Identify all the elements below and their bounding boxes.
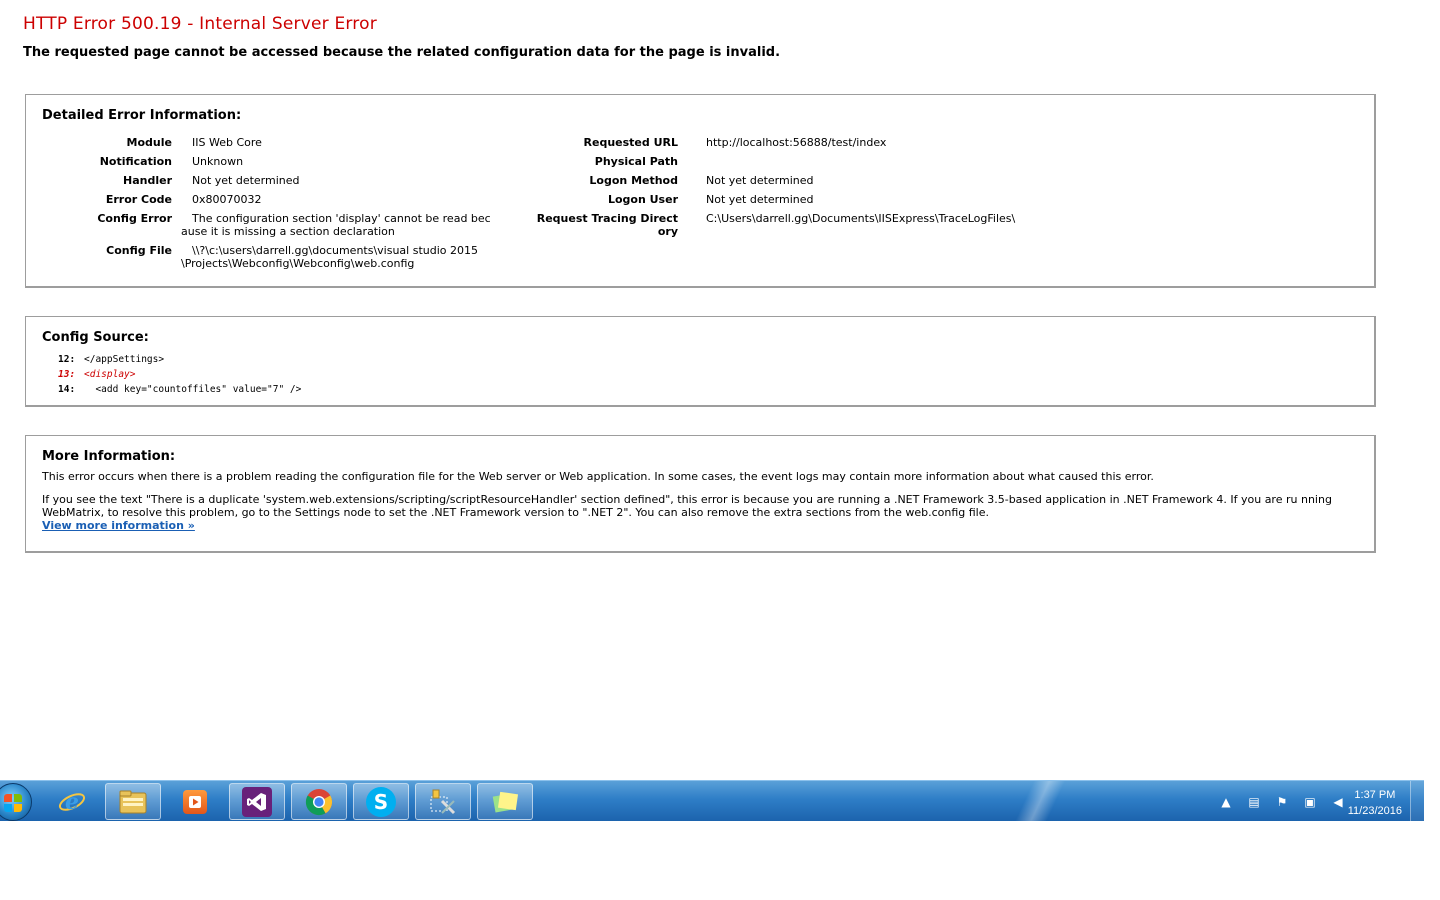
detail-key: Module xyxy=(126,136,172,149)
taskbar-ie[interactable]: e xyxy=(44,783,100,820)
internet-explorer-icon: e xyxy=(57,787,87,817)
code-line: 14: <add key="countoffiles" value="7" /> xyxy=(58,382,301,397)
skype-icon: S xyxy=(366,786,396,817)
detail-value: \\?\c:\users\darrell.gg\documents\visual… xyxy=(181,244,478,270)
detail-key: Handler xyxy=(123,174,172,187)
taskbar-explorer[interactable] xyxy=(105,783,161,820)
svg-text:e: e xyxy=(65,789,79,815)
detail-value: 0x80070032 xyxy=(192,193,262,206)
detail-key: Logon Method xyxy=(589,174,678,187)
visual-studio-icon xyxy=(242,786,272,817)
more-information-heading: More Information: xyxy=(42,449,176,464)
start-button[interactable] xyxy=(0,783,32,821)
error-subtitle: The requested page cannot be accessed be… xyxy=(23,45,781,60)
detail-key: Physical Path xyxy=(594,155,678,168)
show-hidden-icons-icon[interactable]: ▲ xyxy=(1218,794,1234,810)
detail-value: The configuration section 'display' cann… xyxy=(181,212,491,238)
detail-key: Notification xyxy=(99,155,172,168)
detailed-error-heading: Detailed Error Information: xyxy=(42,108,242,123)
code-text: <display> xyxy=(84,369,136,380)
line-number: 12: xyxy=(58,354,76,365)
taskbar-chrome[interactable] xyxy=(291,783,347,820)
show-desktop-button[interactable] xyxy=(1410,781,1424,822)
detail-key: Config Error xyxy=(97,212,172,225)
config-source-heading: Config Source: xyxy=(42,330,149,345)
volume-muted-icon[interactable]: ◀ xyxy=(1330,794,1346,810)
file-explorer-icon xyxy=(118,787,148,817)
detailed-error-box: Detailed Error Information: Module IIS W… xyxy=(25,94,1376,288)
action-center-icon[interactable]: ⚑ xyxy=(1274,794,1290,810)
code-text: </appSettings> xyxy=(84,354,165,365)
more-information-box: More Information: This error occurs when… xyxy=(25,435,1376,553)
taskbar-skype[interactable]: S xyxy=(353,783,409,820)
code-line: 12: </appSettings> xyxy=(58,352,301,367)
media-player-icon xyxy=(183,789,207,814)
config-source-code: 12: </appSettings> 13: <display> 14: <add … xyxy=(58,352,301,397)
clock-date: 11/23/2016 xyxy=(1347,805,1402,817)
code-line-error: 13: <display> xyxy=(58,367,301,382)
config-source-box: Config Source: 12: </appSettings> 13: <dis… xyxy=(25,316,1376,407)
detail-key: Logon User xyxy=(607,193,678,206)
detail-value: C:\Users\darrell.gg\Documents\IISExpress… xyxy=(706,212,1016,225)
line-number: 13: xyxy=(58,369,76,380)
clock-time: 1:37 PM xyxy=(1354,789,1396,801)
network-icon[interactable]: ▣ xyxy=(1302,794,1318,810)
taskbar-visual-studio[interactable] xyxy=(229,783,285,820)
view-more-information-link[interactable]: View more information » xyxy=(42,519,195,532)
error-page: HTTP Error 500.19 - Internal Server Erro… xyxy=(0,0,1440,780)
more-info-paragraph: This error occurs when there is a proble… xyxy=(42,470,1154,483)
windows-flag-icon xyxy=(4,794,22,812)
detail-value: Not yet determined xyxy=(706,193,814,206)
more-info-paragraph: If you see the text "There is a duplicat… xyxy=(42,493,1332,519)
taskbar-media-player[interactable] xyxy=(167,783,223,820)
line-number: 14: xyxy=(58,384,76,395)
error-title: HTTP Error 500.19 - Internal Server Erro… xyxy=(23,14,377,34)
detail-value: Not yet determined xyxy=(192,174,300,187)
taskbar: e S ▲ ▤ ⚑ ▣ ◀ 1:37 PM 11/23/2016 xyxy=(0,780,1424,822)
chrome-icon xyxy=(304,787,334,817)
tools-icon xyxy=(428,787,458,817)
clock[interactable]: 1:37 PM 11/23/2016 xyxy=(1348,787,1402,819)
detail-key: Requested URL xyxy=(583,136,678,149)
detail-key: Request Tracing Direct ory xyxy=(536,212,678,238)
detail-value: http://localhost:56888/test/index xyxy=(706,136,887,149)
sticky-notes-icon xyxy=(490,787,520,817)
detail-value: Unknown xyxy=(192,155,244,168)
code-text: <add key="countoffiles" value="7" /> xyxy=(84,384,302,395)
detail-key: Error Code xyxy=(105,193,172,206)
detail-value: IIS Web Core xyxy=(192,136,262,149)
system-tray: ▲ ▤ ⚑ ▣ ◀ xyxy=(1212,781,1352,822)
network-drive-icon[interactable]: ▤ xyxy=(1246,794,1262,810)
detail-value: Not yet determined xyxy=(706,174,814,187)
taskbar-shine xyxy=(1010,781,1070,822)
taskbar-sticky-notes[interactable] xyxy=(477,783,533,820)
detail-key: Config File xyxy=(106,244,172,257)
taskbar-tools[interactable] xyxy=(415,783,471,820)
